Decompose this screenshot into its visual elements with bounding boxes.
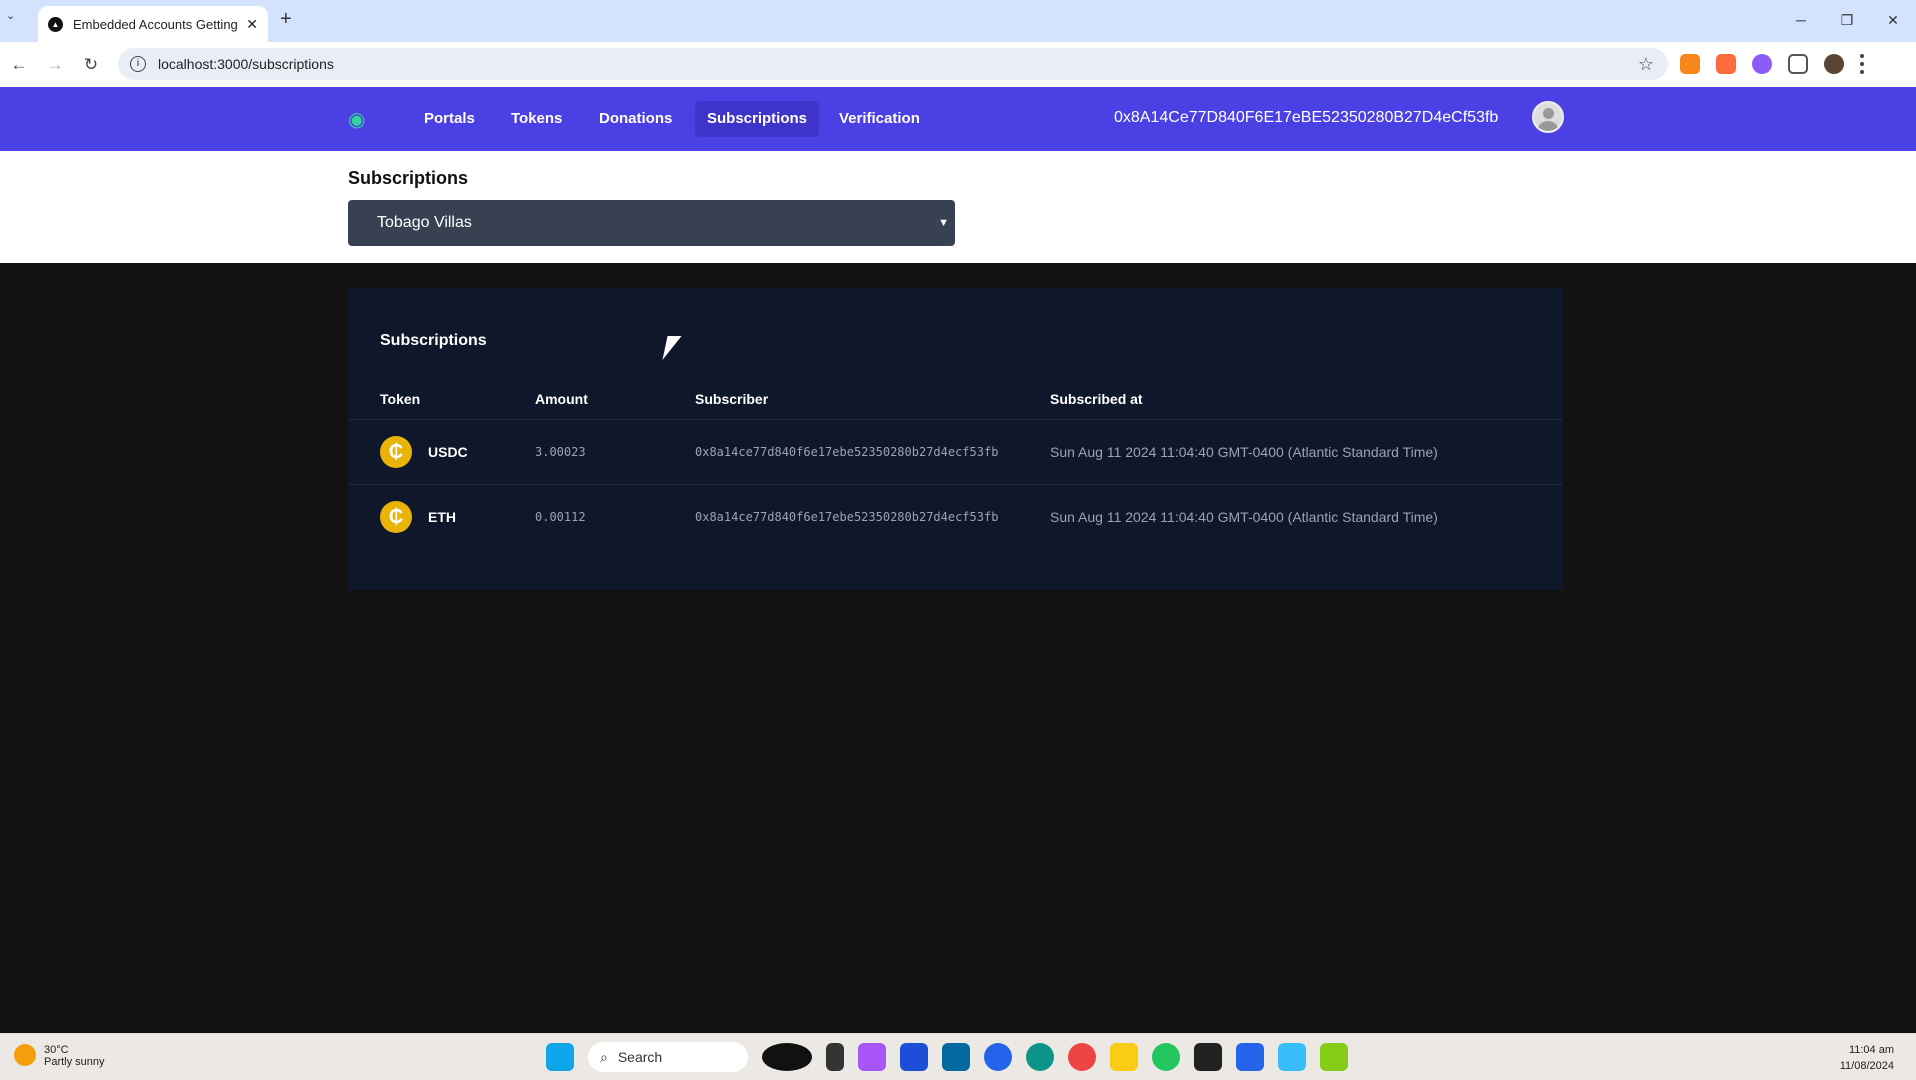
tab-title: Embedded Accounts Getting Started xyxy=(73,16,240,32)
extensions-puzzle-icon[interactable] xyxy=(1788,54,1808,74)
clock[interactable]: 11:04 am 11/08/2024 xyxy=(1840,1042,1894,1074)
card-title: Subscriptions xyxy=(380,332,487,349)
time: 11:04 am xyxy=(1848,1044,1894,1056)
site-info-icon[interactable]: i xyxy=(130,56,146,72)
table-row: ₵ ETH 0.00112 0x8a14ce77d840f6e17ebe5235… xyxy=(348,484,1563,549)
column-header-token: Token xyxy=(380,391,421,407)
weather-icon xyxy=(14,1044,36,1066)
start-windows-icon[interactable] xyxy=(546,1043,574,1071)
header-section: Subscriptions Tobago Villas ▼ xyxy=(0,151,1916,263)
page-title: Subscriptions xyxy=(348,168,469,188)
coin-icon: ₵ xyxy=(380,436,412,468)
nav-portals[interactable]: Portals xyxy=(412,101,487,137)
reload-icon[interactable]: ↻ xyxy=(74,55,108,75)
new-tab-button[interactable]: + xyxy=(280,8,292,31)
file-explorer-icon[interactable] xyxy=(1110,1043,1138,1071)
browser-tab-bar: ⌄ ▲ Embedded Accounts Getting Started ✕ … xyxy=(0,0,1916,42)
terminal-icon[interactable] xyxy=(1194,1043,1222,1071)
weather-widget[interactable]: 30°C Partly sunny xyxy=(14,1044,105,1068)
notepad-icon[interactable] xyxy=(1278,1043,1306,1071)
url-bar[interactable]: i localhost:3000/subscriptions ☆ xyxy=(118,48,1668,80)
wallet-address: 0x8A14Ce77D840F6E17eBE52350280B27D4eCf53… xyxy=(1114,109,1499,126)
table-row: ₵ USDC 3.00023 0x8a14ce77d840f6e17ebe523… xyxy=(348,419,1563,484)
taskbar: 30°C Partly sunny ⌕ Search 11:04 am 11/08/2… xyxy=(0,1033,1916,1080)
nav-subscriptions[interactable]: Subscriptions xyxy=(695,101,820,137)
weather-text: Partly sunny xyxy=(44,1056,105,1068)
store-icon[interactable] xyxy=(900,1043,928,1071)
profile-icon[interactable] xyxy=(1824,54,1844,74)
token-symbol: USDC xyxy=(428,444,468,460)
search-icon: ⌕ xyxy=(600,1048,608,1065)
search-label: Search xyxy=(617,1049,663,1065)
copilot-icon[interactable] xyxy=(858,1043,886,1071)
chrome-icon[interactable] xyxy=(1152,1043,1180,1071)
top-navbar: ◉ Portals Tokens Donations Subscriptions… xyxy=(0,87,1916,151)
tab-list-icon[interactable]: ⌄ xyxy=(6,9,15,22)
select-value: Tobago Villas xyxy=(377,214,472,231)
forward-icon[interactable]: → xyxy=(38,55,72,75)
app-icon[interactable] xyxy=(762,1043,812,1071)
nav-tokens[interactable]: Tokens xyxy=(499,101,574,137)
mail-icon[interactable] xyxy=(942,1043,970,1071)
portal-select[interactable]: Tobago Villas ▼ xyxy=(348,200,955,246)
subscribed-at: Sun Aug 11 2024 11:04:40 GMT-0400 (Atlan… xyxy=(1050,444,1438,460)
menu-icon[interactable] xyxy=(1860,54,1864,74)
chevron-down-icon: ▼ xyxy=(938,217,949,229)
vscode-icon[interactable] xyxy=(1236,1043,1264,1071)
favicon-icon: ▲ xyxy=(48,16,63,32)
address-toolbar: ← → ↻ i localhost:3000/subscriptions ☆ xyxy=(0,42,1916,87)
minimize-icon[interactable]: ─ xyxy=(1778,0,1824,40)
amount: 3.00023 xyxy=(535,445,586,459)
close-window-icon[interactable]: ✕ xyxy=(1870,0,1916,40)
nav-donations[interactable]: Donations xyxy=(587,101,684,137)
column-header-amount: Amount xyxy=(535,391,588,407)
column-header-subscriber: Subscriber xyxy=(695,391,769,407)
restore-icon[interactable]: ❐ xyxy=(1824,0,1870,40)
back-icon[interactable]: ← xyxy=(2,55,36,75)
column-header-subscribed-at: Subscribed at xyxy=(1050,391,1143,407)
zoom-icon[interactable] xyxy=(984,1043,1012,1071)
close-tab-icon[interactable]: ✕ xyxy=(246,16,258,33)
token-symbol: ETH xyxy=(428,509,456,525)
edge-icon[interactable] xyxy=(1026,1043,1054,1071)
app-icon[interactable] xyxy=(1068,1043,1096,1071)
date: 11/08/2024 xyxy=(1839,1060,1894,1072)
app-icon[interactable] xyxy=(1320,1043,1348,1071)
temperature: 30°C xyxy=(44,1044,69,1056)
taskbar-search[interactable]: ⌕ Search xyxy=(588,1042,748,1072)
avatar[interactable] xyxy=(1532,101,1564,133)
url-text[interactable]: localhost:3000/subscriptions xyxy=(158,56,334,72)
browser-tab[interactable]: ▲ Embedded Accounts Getting Started ✕ xyxy=(38,6,268,42)
metamask-extension-icon[interactable] xyxy=(1680,54,1700,74)
amount: 0.00112 xyxy=(535,510,586,524)
coin-icon: ₵ xyxy=(380,501,412,533)
extension-icon[interactable] xyxy=(1716,54,1736,74)
subscriber: 0x8a14ce77d840f6e17ebe52350280b27d4ecf53… xyxy=(695,445,999,459)
task-view-icon[interactable] xyxy=(826,1043,844,1071)
subscriptions-card: Subscriptions Token Amount Subscriber Su… xyxy=(348,288,1563,590)
logo-wifi-icon[interactable]: ◉ xyxy=(348,107,365,132)
nav-verification[interactable]: Verification xyxy=(827,101,932,137)
subscribed-at: Sun Aug 11 2024 11:04:40 GMT-0400 (Atlan… xyxy=(1050,509,1438,525)
subscriber: 0x8a14ce77d840f6e17ebe52350280b27d4ecf53… xyxy=(695,510,999,524)
extension-icon[interactable] xyxy=(1752,54,1772,74)
bookmark-star-icon[interactable]: ☆ xyxy=(1638,54,1654,75)
